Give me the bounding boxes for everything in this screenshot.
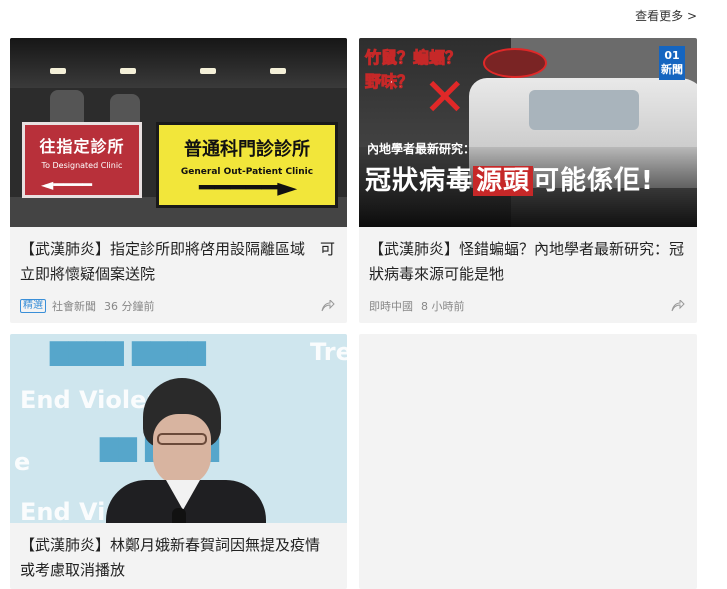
sign-text-zh: 往指定診所: [39, 137, 125, 156]
news-image-bat-research[interactable]: 竹鼠？蝙蝠？ 野味？ ✕ 01 新聞 內地學者最新研究： 冠狀病毒 源頭 可能係佢!: [359, 38, 697, 227]
glasses: [157, 433, 207, 445]
see-more-link[interactable]: 查看更多 >: [635, 7, 697, 24]
question-text: 野味？: [364, 72, 414, 92]
ceiling-light: [50, 68, 66, 74]
news-image-hospital-signs[interactable]: 往指定診所 To Designated Clinic ◄━━━━ 普通科門診診所…: [10, 38, 347, 227]
news-meta: 即時中國 8 小時前: [369, 298, 685, 314]
sign-text-en: To Designated Clinic: [41, 161, 123, 170]
microphone: [172, 508, 186, 523]
general-clinic-sign: 普通科門診診所 General Out-Patient Clinic ━━━━━…: [156, 122, 338, 208]
image-subtitle: 內地學者最新研究：: [367, 142, 476, 156]
image-headline: 冠狀病毒 源頭 可能係佢!: [365, 160, 654, 197]
cross-mark-icon: ✕: [423, 68, 467, 128]
news-image-carrie-lam[interactable]: ▇▇▇▇ ▇▇▇▇ End Violence ▇▇ ▇▇▇▇ e End Vio…: [10, 334, 347, 523]
ceiling-light: [120, 68, 136, 74]
ceiling-light: [200, 68, 216, 74]
share-icon[interactable]: [671, 298, 685, 312]
news-source: 即時中國: [369, 300, 413, 313]
news-title[interactable]: 【武漢肺炎】怪錯蝙蝠？內地學者最新研究：冠狀病毒來源可能是牠: [369, 237, 685, 287]
news-title[interactable]: 【武漢肺炎】指定診所即將啓用設隔離區域 可立即將懷疑個案送院: [20, 237, 335, 287]
news-card[interactable]: 往指定診所 To Designated Clinic ◄━━━━ 普通科門診診所…: [10, 38, 347, 323]
news-card[interactable]: ▇▇▇▇ ▇▇▇▇ End Violence ▇▇ ▇▇▇▇ e End Vio…: [10, 334, 347, 589]
bat-image: [483, 48, 547, 78]
headline-highlight: 源頭: [473, 166, 534, 196]
left-arrow-icon: ◄━━━━: [41, 175, 92, 194]
share-icon[interactable]: [321, 298, 335, 312]
news-card[interactable]: 竹鼠？蝙蝠？ 野味？ ✕ 01 新聞 內地學者最新研究： 冠狀病毒 源頭 可能係佢! …: [359, 38, 697, 323]
headline-part: 冠狀病毒: [365, 166, 474, 196]
ceiling-light: [270, 68, 286, 74]
backdrop-text: ▇▇▇▇ ▇▇▇▇: [50, 338, 207, 366]
right-arrow-icon: ━━━━━►: [199, 173, 298, 203]
news-time: 36 分鐘前: [104, 300, 155, 313]
featured-badge: 精選: [20, 299, 46, 313]
news-meta: 精選 社會新聞 36 分鐘前: [20, 298, 335, 314]
ambulance-window: [529, 90, 639, 130]
news-time: 8 小時前: [421, 300, 465, 313]
headline-part: 可能係佢!: [533, 166, 654, 196]
news-source: 社會新聞: [52, 300, 96, 313]
news-title[interactable]: 【武漢肺炎】林鄭月娥新春賀詞因無提及疫情 或考慮取消播放: [20, 533, 335, 583]
hk01-logo: 01 新聞: [659, 46, 685, 80]
empty-card: [359, 334, 697, 589]
backdrop-text: Tre: [310, 338, 347, 366]
ceiling: [10, 38, 347, 88]
person-face: [153, 414, 211, 486]
designated-clinic-sign: 往指定診所 To Designated Clinic ◄━━━━: [22, 122, 142, 198]
question-text: 竹鼠？蝙蝠？: [364, 48, 462, 68]
backdrop-text: e: [14, 448, 31, 476]
sign-text-zh: 普通科門診診所: [184, 139, 310, 160]
